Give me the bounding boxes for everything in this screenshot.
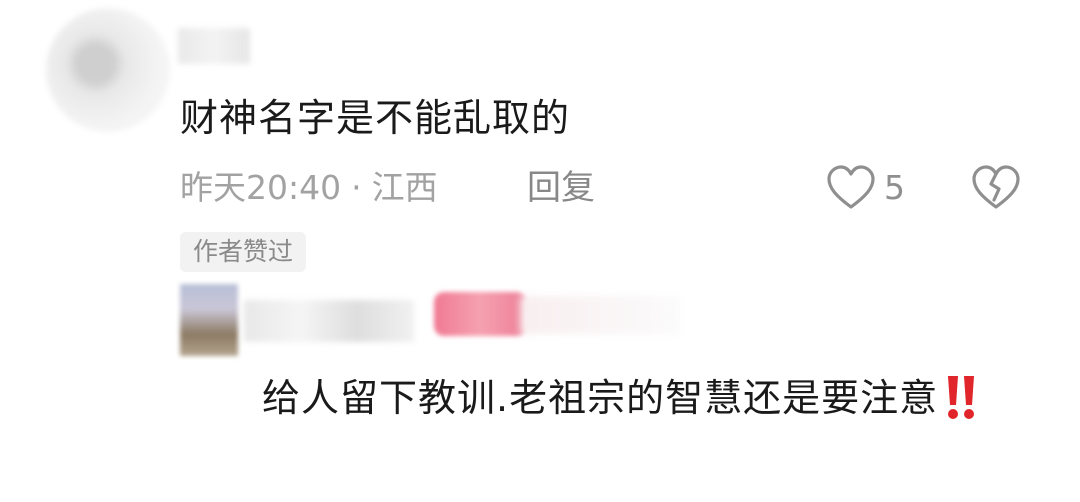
like-count: 5 [884, 168, 905, 207]
replier-name-blurred[interactable] [244, 300, 414, 342]
author-liked-tag: 作者赞过 [180, 232, 307, 272]
comment-location: 江西 [371, 168, 438, 207]
comment-meta: 昨天20:40 · 江西 [180, 162, 438, 214]
reply-button[interactable]: 回复 [527, 162, 595, 214]
reply-text-body: 给人留下教训.老祖宗的智慧还是要注意 [262, 376, 939, 420]
commenter-name-blurred[interactable] [178, 28, 250, 64]
replier-avatar[interactable] [180, 284, 238, 356]
double-exclamation-icon [948, 375, 975, 419]
commenter-avatar[interactable] [46, 8, 170, 132]
reply-text: 给人留下教训.老祖宗的智慧还是要注意 [262, 366, 1042, 430]
comment-text: 财神名字是不能乱取的 [180, 96, 571, 140]
meta-separator: · [351, 168, 362, 207]
comment-time: 昨天20:40 [180, 168, 342, 207]
heart-outline-icon[interactable] [826, 164, 876, 212]
replier-badge-fade [520, 296, 680, 334]
replier-badge-blurred [434, 292, 526, 336]
broken-heart-icon[interactable] [970, 164, 1022, 212]
